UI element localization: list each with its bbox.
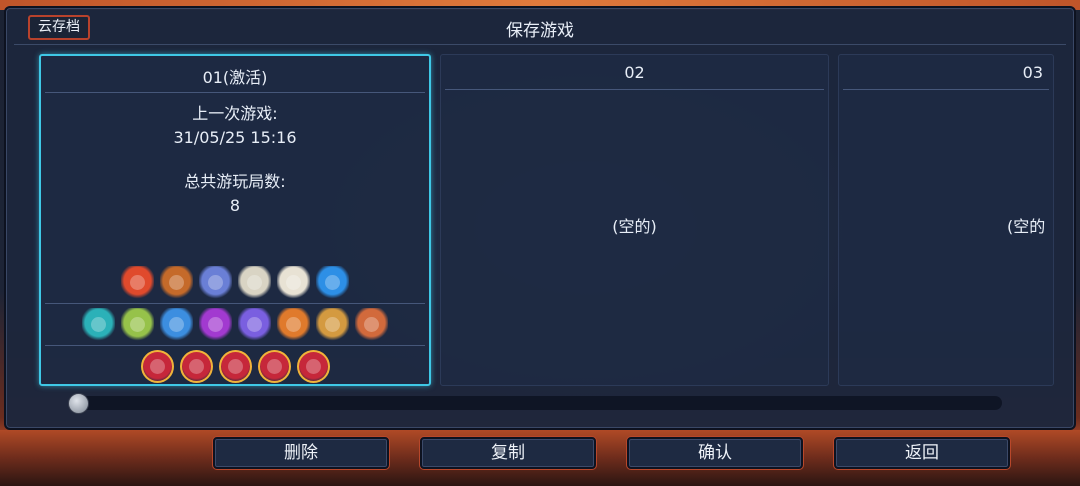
orange-amulet-icon <box>277 308 310 341</box>
orange-bag-icon <box>160 266 193 299</box>
red-eye-icon <box>140 350 174 383</box>
slot-divider <box>445 89 824 90</box>
empty-slot-label: (空的) <box>612 217 657 236</box>
item-icon-row-2 <box>41 308 429 341</box>
violet-gem-icon <box>238 308 271 341</box>
icon-divider <box>45 345 425 346</box>
blue-orb-icon <box>316 266 349 299</box>
dice-icon <box>277 266 310 299</box>
save-slot-03[interactable]: 03 (空的 <box>838 54 1054 386</box>
slot-title: 01(激活) <box>202 68 268 87</box>
slot-scrollbar-knob[interactable] <box>68 393 89 414</box>
white-tool-icon <box>238 266 271 299</box>
runs-value: 8 <box>229 196 241 215</box>
blue-arrow-icon <box>160 308 193 341</box>
save-slot-02[interactable]: 02 (空的) <box>440 54 829 386</box>
red-eye-icon <box>218 350 252 383</box>
red-pot-icon <box>121 266 154 299</box>
last-played-value: 31/05/25 15:16 <box>173 128 297 147</box>
item-icon-row-3 <box>41 350 429 383</box>
slot-title: 02 <box>624 63 645 82</box>
last-played-label: 上一次游戏: <box>192 104 278 123</box>
slot-divider <box>45 92 425 93</box>
teal-rune-icon <box>82 308 115 341</box>
slot-scrollbar-track[interactable] <box>70 396 1002 410</box>
icon-divider <box>45 303 425 304</box>
runs-label: 总共游玩局数: <box>184 172 286 191</box>
green-bone-icon <box>121 308 154 341</box>
purple-slash-icon <box>199 308 232 341</box>
back-button[interactable]: 返回 <box>834 437 1010 469</box>
delete-button[interactable]: 删除 <box>213 437 389 469</box>
red-eye-icon <box>179 350 213 383</box>
blue-scroll-icon <box>199 266 232 299</box>
empty-slot-label: (空的 <box>1007 217 1046 236</box>
save-slot-01[interactable]: 01(激活) 上一次游戏: 31/05/25 15:16 总共游玩局数: 8 <box>39 54 431 386</box>
copy-button[interactable]: 复制 <box>420 437 596 469</box>
horn-icon <box>316 308 349 341</box>
header-divider <box>14 44 1066 45</box>
red-eye-icon <box>296 350 330 383</box>
slot-title: 03 <box>1022 63 1043 82</box>
spider-icon <box>355 308 388 341</box>
slot-divider <box>843 89 1049 90</box>
page-title: 保存游戏 <box>506 21 574 41</box>
confirm-button[interactable]: 确认 <box>627 437 803 469</box>
red-eye-icon <box>257 350 291 383</box>
item-icon-row-1 <box>41 266 429 299</box>
